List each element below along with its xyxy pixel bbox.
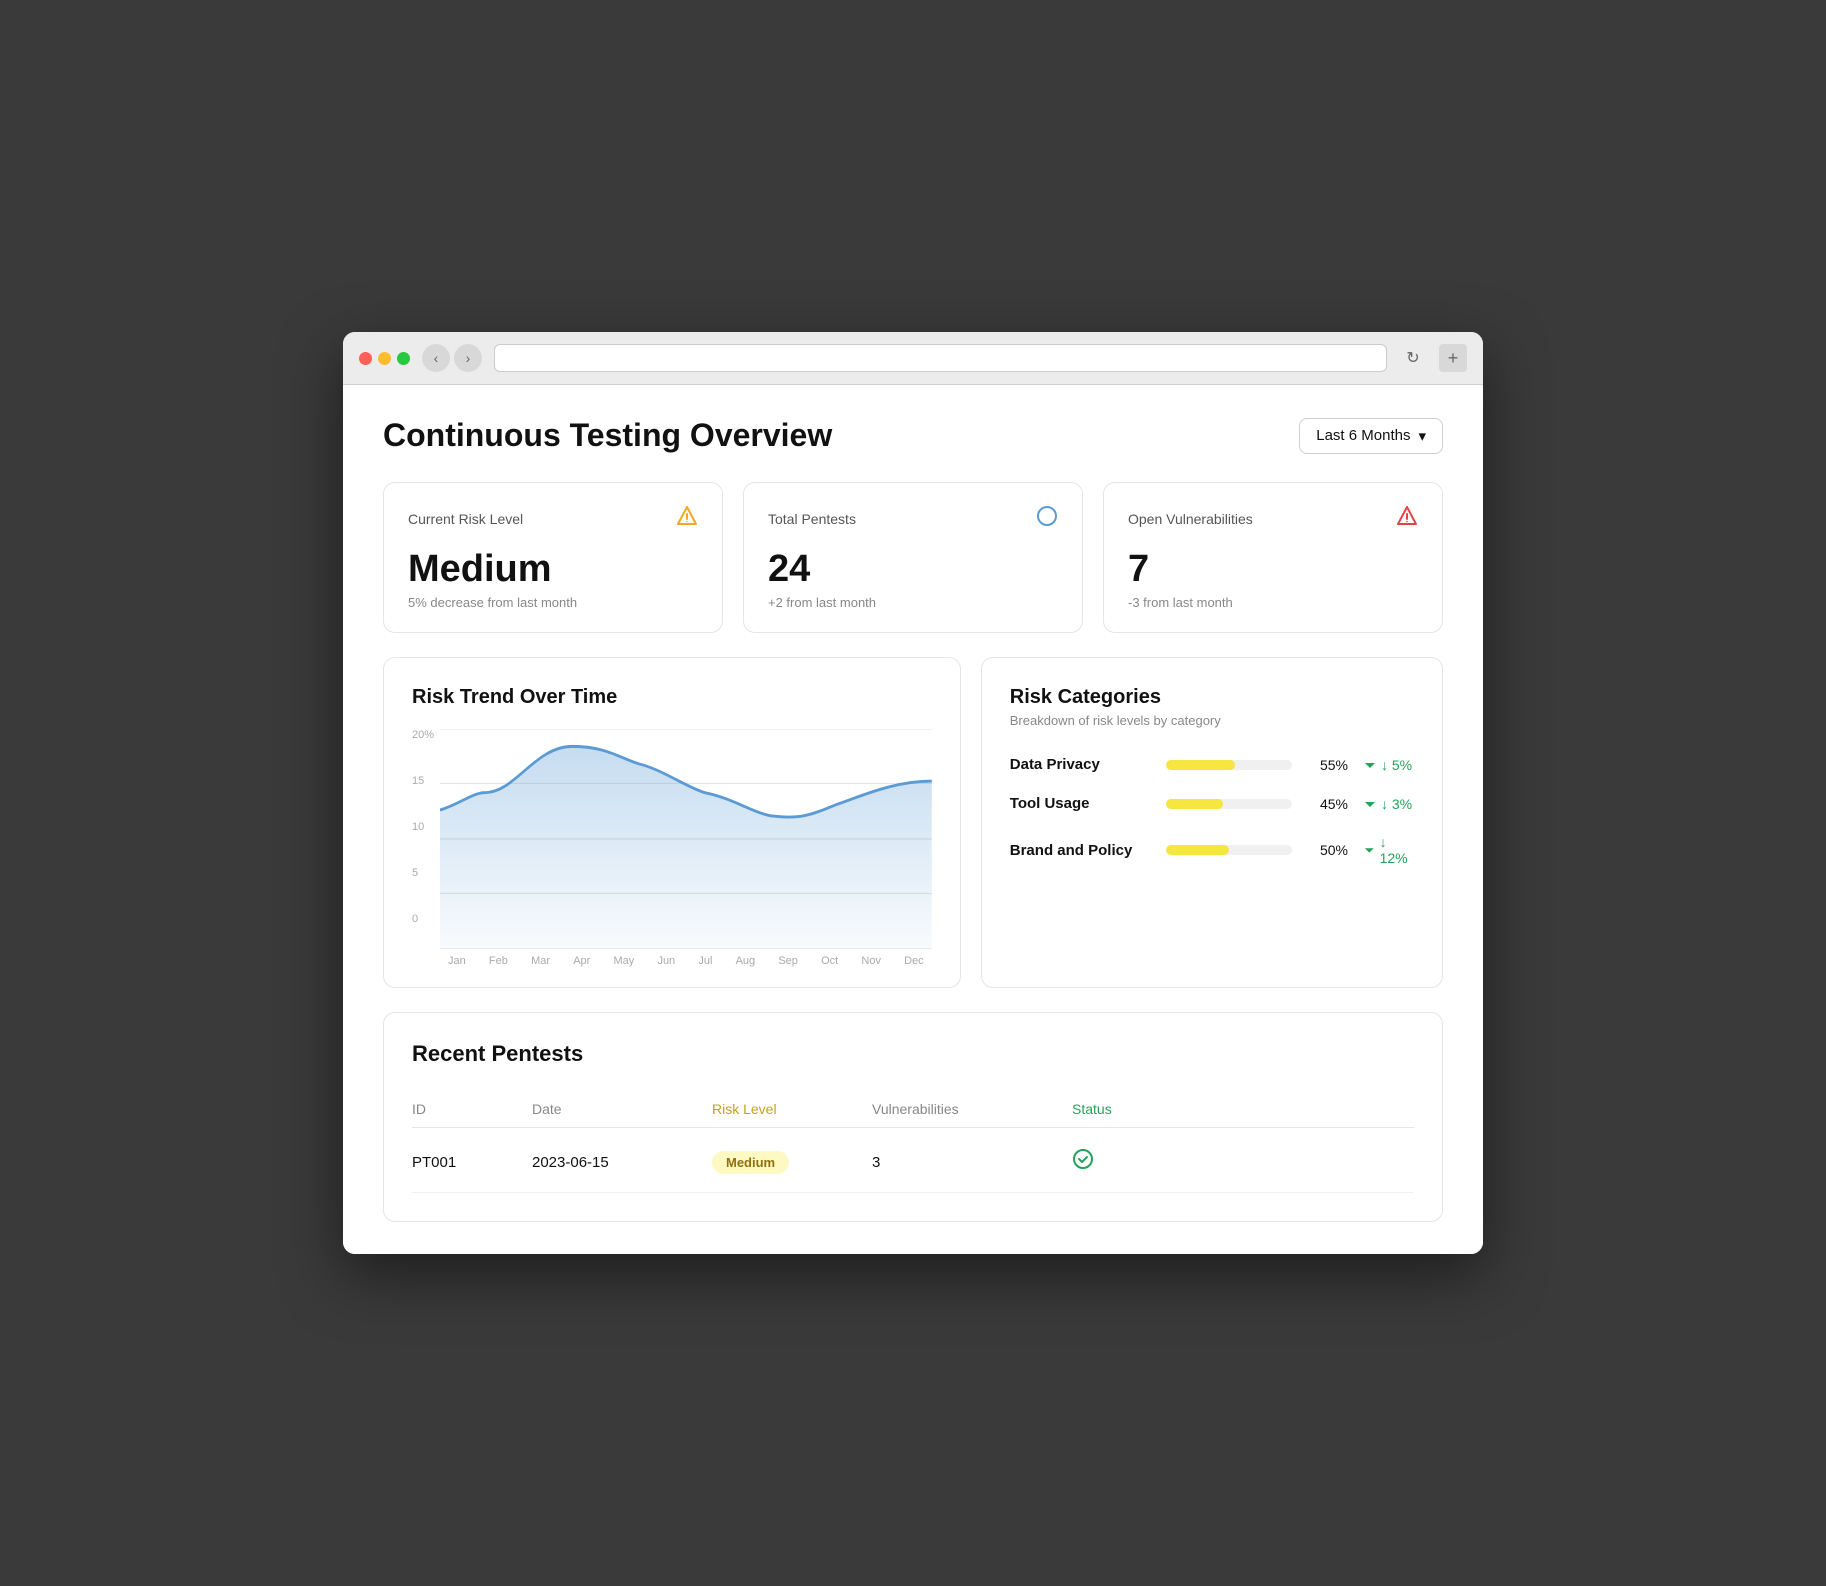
x-label-feb: Feb <box>489 955 508 967</box>
cell-status <box>1072 1148 1232 1176</box>
warning-triangle-icon <box>676 505 698 532</box>
x-label-jun: Jun <box>657 955 675 967</box>
risk-card-sub: 5% decrease from last month <box>408 595 698 610</box>
risk-bar-brand-policy <box>1166 845 1229 855</box>
chart-x-labels: Jan Feb Mar Apr May Jun Jul Aug Sep Oct … <box>412 955 932 967</box>
total-pentests-card: Total Pentests 24 +2 from last month <box>743 482 1083 633</box>
vuln-card-label: Open Vulnerabilities <box>1128 511 1253 527</box>
browser-window: ‹ › ↻ + Continuous Testing Overview Last… <box>343 332 1483 1254</box>
page-title: Continuous Testing Overview <box>383 417 832 454</box>
metric-cards-row: Current Risk Level Medium 5% decrease fr… <box>383 482 1443 633</box>
card-header-vuln: Open Vulnerabilities <box>1128 505 1418 532</box>
x-label-jul: Jul <box>698 955 712 967</box>
address-bar[interactable] <box>494 344 1387 372</box>
pentests-card-sub: +2 from last month <box>768 595 1058 610</box>
x-label-sep: Sep <box>778 955 798 967</box>
col-header-date: Date <box>532 1101 712 1117</box>
risk-card-value: Medium <box>408 548 698 591</box>
risk-pct-tool-usage: 45% <box>1308 796 1348 812</box>
pentests-card-value: 24 <box>768 548 1058 591</box>
risk-trend-chart-card: Risk Trend Over Time 20% 15 10 5 0 <box>383 657 961 988</box>
table-header: ID Date Risk Level Vulnerabilities Statu… <box>412 1091 1414 1128</box>
x-label-dec: Dec <box>904 955 924 967</box>
browser-nav: ‹ › <box>422 344 482 372</box>
charts-row: Risk Trend Over Time 20% 15 10 5 0 <box>383 657 1443 988</box>
risk-bar-data-privacy <box>1166 760 1235 770</box>
browser-chrome: ‹ › ↻ + <box>343 332 1483 385</box>
risk-cat-label-brand-policy: Brand and Policy <box>1010 842 1150 859</box>
back-button[interactable]: ‹ <box>422 344 450 372</box>
trend-svg <box>412 729 932 949</box>
time-filter-label: Last 6 Months <box>1316 427 1410 444</box>
x-label-aug: Aug <box>736 955 756 967</box>
checkmark-circle-icon <box>1072 1148 1094 1170</box>
cell-risk-level: Medium <box>712 1151 872 1174</box>
risk-trend-title: Risk Trend Over Time <box>412 686 932 709</box>
vuln-card-value: 7 <box>1128 548 1418 591</box>
x-label-nov: Nov <box>861 955 881 967</box>
page-header: Continuous Testing Overview Last 6 Month… <box>383 417 1443 454</box>
x-label-oct: Oct <box>821 955 838 967</box>
chevron-down-icon: ▾ <box>1418 427 1426 445</box>
risk-badge-medium: Medium <box>712 1151 789 1174</box>
risk-change-brand-policy: ↓ 12% <box>1364 834 1414 866</box>
current-risk-card: Current Risk Level Medium 5% decrease fr… <box>383 482 723 633</box>
pentests-card-label: Total Pentests <box>768 511 856 527</box>
new-tab-button[interactable]: + <box>1439 344 1467 372</box>
x-label-may: May <box>613 955 634 967</box>
close-dot[interactable] <box>359 352 372 365</box>
table-row: PT001 2023-06-15 Medium 3 <box>412 1132 1414 1193</box>
col-header-id: ID <box>412 1101 532 1117</box>
x-label-jan: Jan <box>448 955 466 967</box>
forward-button[interactable]: › <box>454 344 482 372</box>
risk-change-tool-usage: ↓ 3% <box>1364 796 1414 812</box>
maximize-dot[interactable] <box>397 352 410 365</box>
risk-bar-container-brand-policy <box>1166 845 1292 855</box>
recent-pentests-title: Recent Pentests <box>412 1041 1414 1067</box>
risk-card-label: Current Risk Level <box>408 511 523 527</box>
col-header-status: Status <box>1072 1101 1232 1117</box>
risk-categories-title: Risk Categories <box>1010 686 1414 709</box>
x-label-apr: Apr <box>573 955 590 967</box>
col-header-vuln: Vulnerabilities <box>872 1101 1072 1117</box>
trend-area <box>440 746 932 949</box>
risk-trend-chart-area: 20% 15 10 5 0 <box>412 729 932 949</box>
vuln-card-sub: -3 from last month <box>1128 595 1418 610</box>
risk-bar-tool-usage <box>1166 799 1223 809</box>
risk-cat-row-brand-policy: Brand and Policy 50% ↓ 12% <box>1010 834 1414 866</box>
minimize-dot[interactable] <box>378 352 391 365</box>
warning-triangle-red-icon <box>1396 505 1418 532</box>
time-filter-dropdown[interactable]: Last 6 Months ▾ <box>1299 418 1443 454</box>
risk-cat-label-data-privacy: Data Privacy <box>1010 756 1150 773</box>
circle-outline-icon <box>1036 505 1058 532</box>
risk-categories-card: Risk Categories Breakdown of risk levels… <box>981 657 1443 988</box>
risk-bar-container-tool-usage <box>1166 799 1292 809</box>
risk-cat-label-tool-usage: Tool Usage <box>1010 795 1150 812</box>
open-vuln-card: Open Vulnerabilities 7 -3 from last mont… <box>1103 482 1443 633</box>
risk-change-data-privacy: ↓ 5% <box>1364 757 1414 773</box>
risk-categories-subtitle: Breakdown of risk levels by category <box>1010 713 1414 728</box>
risk-cat-row-data-privacy: Data Privacy 55% ↓ 5% <box>1010 756 1414 773</box>
risk-pct-data-privacy: 55% <box>1308 757 1348 773</box>
cell-date: 2023-06-15 <box>532 1154 712 1171</box>
risk-bar-container-data-privacy <box>1166 760 1292 770</box>
cell-id: PT001 <box>412 1154 532 1171</box>
risk-cat-row-tool-usage: Tool Usage 45% ↓ 3% <box>1010 795 1414 812</box>
page-content: Continuous Testing Overview Last 6 Month… <box>343 385 1483 1254</box>
recent-pentests-card: Recent Pentests ID Date Risk Level Vulne… <box>383 1012 1443 1222</box>
refresh-button[interactable]: ↻ <box>1399 344 1427 372</box>
col-header-risk: Risk Level <box>712 1101 872 1117</box>
cell-vulnerabilities: 3 <box>872 1154 1072 1171</box>
x-label-mar: Mar <box>531 955 550 967</box>
card-header-pentests: Total Pentests <box>768 505 1058 532</box>
card-header-risk: Current Risk Level <box>408 505 698 532</box>
browser-dots <box>359 352 410 365</box>
risk-pct-brand-policy: 50% <box>1308 842 1348 858</box>
